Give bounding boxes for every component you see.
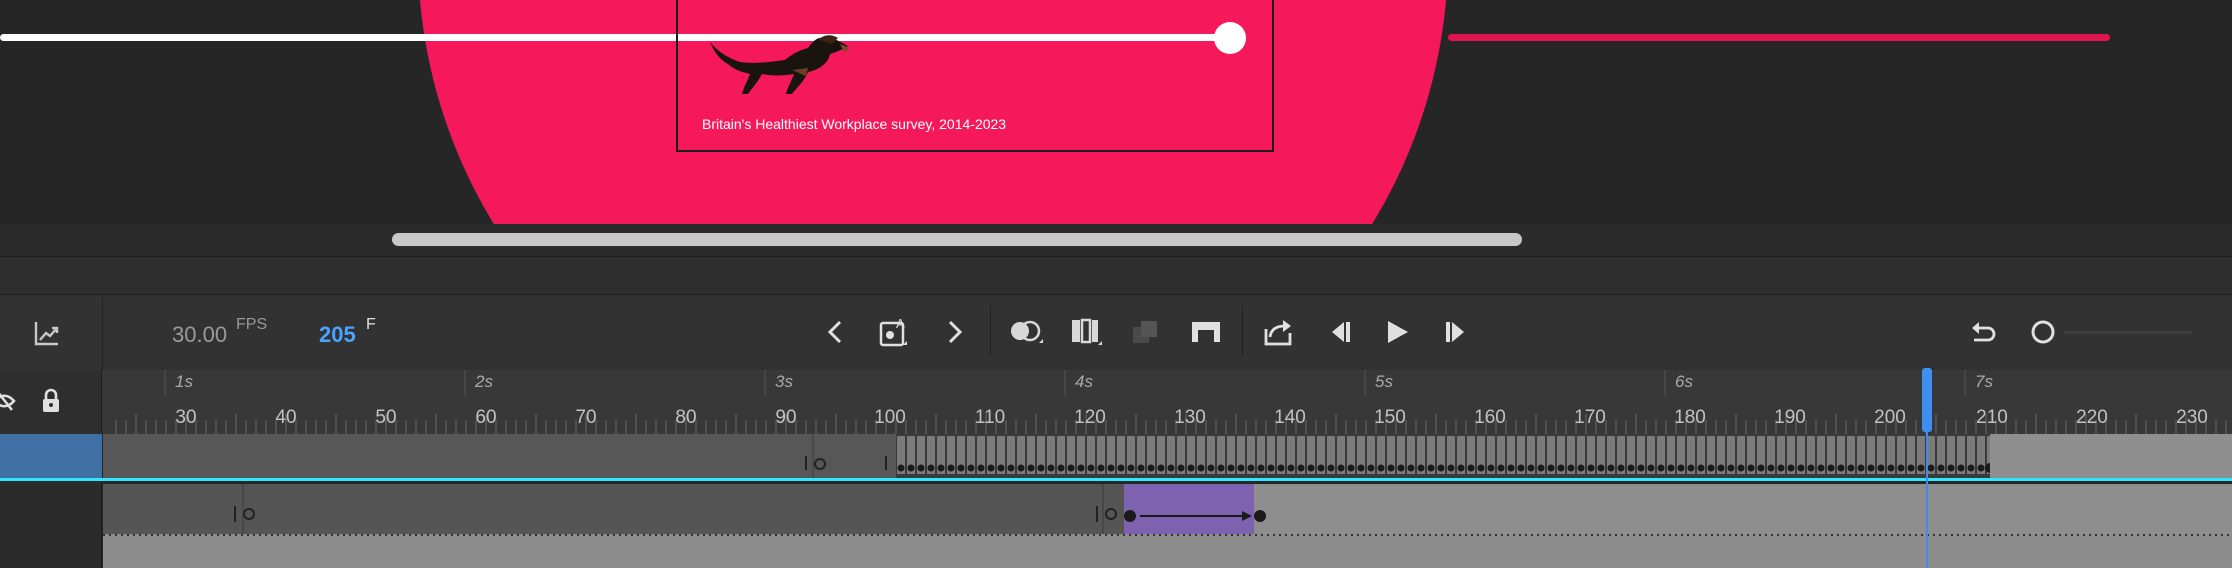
playhead-handle[interactable] [1922, 368, 1932, 432]
zoom-slider-track[interactable] [2064, 331, 2192, 334]
toolbar-separator [990, 306, 991, 356]
ruler-frame-label: 120 [1074, 407, 1106, 428]
panel-divider[interactable] [0, 256, 2232, 294]
zoom-knob-icon[interactable] [2026, 316, 2060, 348]
layer-3-frames[interactable] [103, 534, 2232, 568]
ruler-second-label: 2s [475, 372, 493, 391]
undo-icon[interactable] [1964, 314, 2002, 350]
fps-unit: FPS [236, 316, 268, 333]
play-icon[interactable] [1378, 314, 1416, 350]
stage-progress-remaining [1448, 34, 2110, 41]
ruler-second-label: 7s [1975, 372, 1993, 391]
ruler-second-label: 3s [775, 372, 793, 391]
svg-text:A: A [896, 316, 905, 331]
show-hide-icon[interactable] [0, 386, 22, 416]
toolbar-separator [1242, 306, 1243, 356]
layer-3-dotted-border [103, 534, 2232, 536]
layer-1-keyframes[interactable] [0, 434, 2232, 480]
export-icon[interactable] [1258, 312, 1298, 352]
stage-caption: Britain's Healthiest Workplace survey, 2… [702, 116, 1007, 132]
ruler-frame-label: 220 [2076, 407, 2108, 428]
stage-horizontal-scrollbar[interactable] [392, 233, 1522, 246]
ruler-frame-label: 90 [775, 407, 797, 428]
ruler-frame-label: 200 [1874, 407, 1906, 428]
current-frame-value[interactable]: 205 [319, 322, 356, 348]
loop-icon[interactable] [1186, 314, 1226, 350]
fps-value[interactable]: 30.00 [172, 322, 227, 348]
ruler-frame-label: 190 [1774, 407, 1806, 428]
layer-2-keyframes[interactable] [0, 484, 2232, 534]
frame-unit: F [366, 316, 376, 333]
ruler-frame-label: 30 [175, 407, 197, 428]
edit-multiple-frames-icon[interactable] [1066, 314, 1106, 350]
ruler-second-label: 6s [1675, 372, 1693, 391]
lock-icon[interactable] [36, 384, 66, 418]
ruler-second-label: 4s [1075, 372, 1093, 391]
graph-icon[interactable] [28, 316, 64, 352]
next-keyframe-icon[interactable] [938, 314, 972, 350]
step-forward-icon[interactable] [1438, 314, 1476, 350]
ruler-frame-label: 140 [1274, 407, 1306, 428]
ruler-second-label: 5s [1375, 372, 1393, 391]
ruler-frame-label: 80 [675, 407, 697, 428]
onion-skin-icon[interactable] [1006, 314, 1046, 350]
ruler-frame-label: 170 [1574, 407, 1606, 428]
ruler-frame-label: 130 [1174, 407, 1206, 428]
stage-canvas[interactable]: Britain's Healthiest Workplace survey, 2… [0, 0, 2232, 224]
ruler-frame-label: 150 [1374, 407, 1406, 428]
layer-controls-header [0, 370, 102, 434]
ruler-frame-label: 60 [475, 407, 497, 428]
dachshund-image [710, 35, 850, 94]
ruler-second-label: 1s [175, 372, 193, 391]
ruler-frame-label: 70 [575, 407, 597, 428]
paste-frames-icon [1126, 314, 1166, 350]
ruler-frame-label: 230 [2176, 407, 2208, 428]
ruler-frame-label: 100 [874, 407, 906, 428]
insert-keyframe-icon[interactable]: A [874, 312, 914, 352]
ruler-frame-label: 160 [1474, 407, 1506, 428]
ruler-frame-label: 110 [974, 407, 1006, 428]
layer-insertion-line [0, 478, 2232, 481]
layer-1-empty-frames[interactable] [1990, 434, 2232, 480]
prev-keyframe-icon[interactable] [818, 314, 852, 350]
ruler-frame-label: 40 [275, 407, 297, 428]
ruler-frame-label: 180 [1674, 407, 1706, 428]
ruler-frame-label: 50 [375, 407, 397, 428]
toolbar-separator [102, 297, 103, 370]
step-back-icon[interactable] [1320, 314, 1358, 350]
stage-progress-knob[interactable] [1214, 22, 1246, 54]
ruler-frame-label: 210 [1976, 407, 2008, 428]
